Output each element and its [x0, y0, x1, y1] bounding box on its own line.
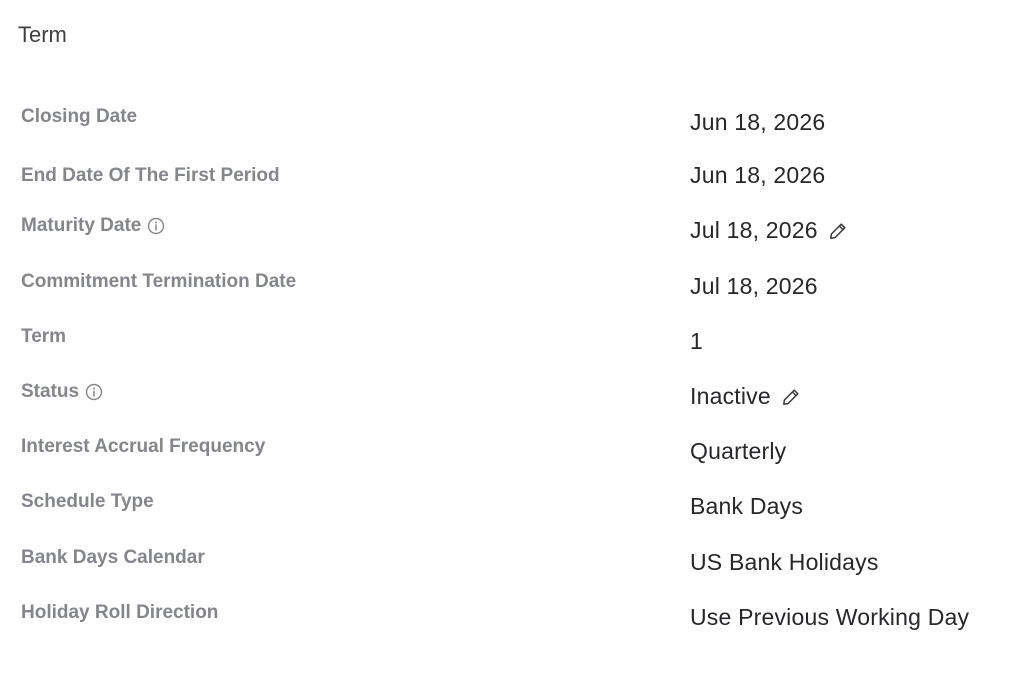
field-value: US Bank Holidays [690, 549, 879, 575]
field-value: Jul 18, 2026 [690, 273, 818, 299]
field-label: Term [21, 326, 67, 347]
field-row-schedule-type: Schedule Type Bank Days [0, 489, 1018, 519]
field-label: Schedule Type [21, 491, 154, 512]
field-row-holiday-roll-direction: Holiday Roll Direction Use Previous Work… [0, 600, 1018, 630]
field-row-status: Status Inactive [0, 379, 1018, 409]
field-value: Quarterly [690, 438, 787, 464]
field-row-interest-accrual-frequency: Interest Accrual Frequency Quarterly [0, 434, 1018, 464]
field-label-text: Maturity Date [21, 215, 142, 236]
field-row-maturity-date: Maturity Date Jul 18, 2026 [0, 213, 1018, 243]
field-label: Maturity Date [21, 213, 165, 239]
field-value: Jul 18, 2026 [690, 215, 848, 245]
field-label: Holiday Roll Direction [21, 602, 219, 623]
field-value-text: Inactive [690, 383, 771, 409]
field-label: End Date Of The First Period [21, 165, 280, 186]
field-label-text: Status [21, 381, 80, 402]
field-value: 1 [690, 328, 703, 354]
field-value-text: Jul 18, 2026 [690, 217, 818, 243]
pencil-edit-icon[interactable] [828, 221, 848, 241]
field-value: Jun 18, 2026 [690, 109, 826, 135]
field-label: Interest Accrual Frequency [21, 436, 266, 457]
section-title: Term [18, 22, 67, 47]
field-row-term: Term 1 [0, 324, 1018, 354]
field-value: Bank Days [690, 493, 804, 519]
field-label: Closing Date [21, 106, 138, 127]
field-label: Commitment Termination Date [21, 271, 297, 292]
field-row-bank-days-calendar: Bank Days Calendar US Bank Holidays [0, 545, 1018, 575]
info-icon[interactable] [147, 217, 165, 235]
field-value: Use Previous Working Day [690, 604, 970, 630]
field-value: Inactive [690, 381, 801, 411]
pencil-edit-icon[interactable] [781, 387, 801, 407]
field-row-end-date-first-period: End Date Of The First Period Jun 18, 202… [0, 162, 1018, 193]
field-row-closing-date: Closing Date Jun 18, 2026 [0, 104, 1018, 135]
field-label: Status [21, 379, 103, 405]
info-icon[interactable] [85, 383, 103, 401]
field-row-commitment-termination-date: Commitment Termination Date Jul 18, 2026 [0, 269, 1018, 299]
field-label: Bank Days Calendar [21, 547, 205, 568]
field-value: Jun 18, 2026 [690, 162, 826, 188]
